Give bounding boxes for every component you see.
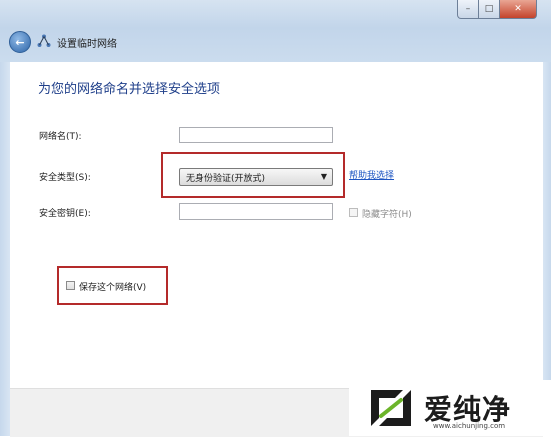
save-network-checkbox[interactable] [66, 281, 75, 290]
minimize-button[interactable]: – [457, 0, 479, 19]
network-name-label: 网络名(T): [39, 132, 82, 142]
help-me-choose-link[interactable]: 帮助我选择 [349, 168, 394, 181]
close-icon: ✕ [514, 4, 522, 14]
security-type-label: 安全类型(S): [39, 173, 91, 183]
security-key-label: 安全密钥(E): [39, 209, 91, 219]
network-name-input[interactable] [179, 127, 333, 143]
hide-characters-checkbox[interactable] [349, 208, 358, 217]
back-button[interactable]: ← [9, 31, 31, 53]
window-title: 设置临时网络 [57, 39, 117, 50]
watermark-logo-icon [367, 386, 415, 433]
window-frame-left [0, 62, 10, 436]
hide-characters-label: 隐藏字符(H) [362, 210, 412, 220]
save-network-label: 保存这个网络(V) [79, 283, 147, 293]
security-type-dropdown[interactable]: 无身份验证(开放式) ▼ [179, 168, 333, 186]
network-wizard-icon [37, 34, 51, 48]
back-arrow-icon: ← [15, 35, 25, 49]
page-heading: 为您的网络命名并选择安全选项 [38, 82, 221, 97]
minimize-icon: – [465, 4, 471, 14]
wizard-content [10, 62, 543, 388]
security-type-value: 无身份验证(开放式) [186, 174, 266, 184]
maximize-button[interactable]: □ [479, 0, 500, 19]
caption-buttons: – □ ✕ [457, 0, 537, 19]
watermark: 爱纯净 www.aichunjing.com [349, 380, 551, 436]
maximize-icon: □ [484, 4, 494, 14]
watermark-url: www.aichunjing.com [433, 422, 506, 430]
close-button[interactable]: ✕ [500, 0, 537, 19]
chevron-down-icon: ▼ [320, 172, 327, 181]
security-key-input[interactable] [179, 203, 333, 220]
